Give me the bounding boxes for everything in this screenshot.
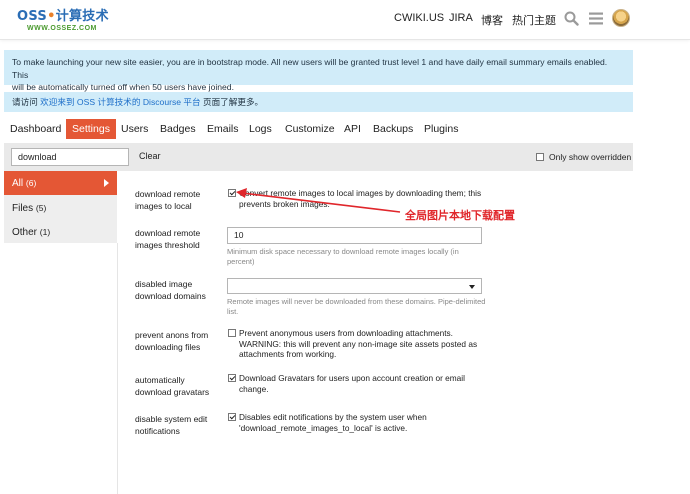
category-files[interactable]: Files (5) <box>4 196 117 220</box>
tab-plugins[interactable]: Plugins <box>418 119 464 139</box>
caret-down-icon <box>469 285 475 289</box>
setting-label-disable-edit-notifications: disable system edit notifications <box>135 414 208 436</box>
setting-desc-line-1: Convert remote images to local images by… <box>239 188 482 198</box>
clear-filter-button[interactable]: Clear <box>139 151 161 161</box>
setting-label-download-remote-images: download remote images to local <box>135 189 201 211</box>
gravatars-checkbox[interactable] <box>228 374 236 382</box>
nav-link-cwiki[interactable]: CWIKI.US <box>394 12 444 24</box>
welcome-topic-link[interactable]: 欢迎来到 OSS 计算技术的 Discourse 平台 <box>40 97 200 107</box>
category-count: (5) <box>35 203 47 213</box>
settings-category-sidebar: All (6) Files (5) Other (1) <box>4 171 117 243</box>
setting-label-download-threshold: download remote images threshold <box>135 228 201 250</box>
site-header: OSS•计算技术 WWW.OSSEZ.COM CWIKI.US JIRA 博客 … <box>0 0 690 40</box>
tab-badges[interactable]: Badges <box>154 119 202 139</box>
setting-desc-line-1: Disables edit notifications by the syste… <box>239 412 427 422</box>
setting-gravatars[interactable]: Download Gravatars for users upon accoun… <box>227 373 487 394</box>
setting-hint-threshold: Minimum disk space necessary to download… <box>227 247 459 266</box>
setting-desc-line-3: attachments from working. <box>239 349 337 359</box>
tab-logs[interactable]: Logs <box>243 119 278 139</box>
tab-api[interactable]: API <box>338 119 367 139</box>
only-show-overridden-toggle[interactable]: Only show overridden <box>536 152 631 162</box>
nav-link-jira[interactable]: JIRA <box>449 12 473 24</box>
annotation-label: 全局图片本地下载配置 <box>405 209 515 222</box>
setting-desc-line-1: Download Gravatars for users upon accoun… <box>239 373 465 383</box>
chevron-right-icon <box>104 179 109 187</box>
category-label: Files <box>12 203 34 214</box>
visit-prefix: 请访问 <box>12 97 41 107</box>
visit-suffix: 页面了解更多。 <box>200 97 264 107</box>
search-icon[interactable] <box>564 11 579 29</box>
avatar[interactable] <box>612 9 630 27</box>
tab-users[interactable]: Users <box>115 119 154 139</box>
category-count: (6) <box>25 178 37 188</box>
tab-customize[interactable]: Customize <box>279 119 341 139</box>
sidebar-divider <box>117 243 118 494</box>
setting-desc-line-2: WARNING: this will prevent any non-image… <box>239 338 478 349</box>
nav-link-blog[interactable]: 博客 <box>481 12 503 28</box>
logo-title: OSS•计算技术 <box>17 9 109 24</box>
setting-label-prevent-anons: prevent anons from downloading files <box>135 330 209 352</box>
settings-filter-bar: Clear Only show overridden <box>4 143 633 171</box>
setting-desc-line-2: 'download_remote_images_to_local' is act… <box>239 422 408 433</box>
prevent-anons-checkbox[interactable] <box>228 329 236 337</box>
setting-hint-disabled-domains: Remote images will never be downloaded f… <box>227 297 486 316</box>
setting-prevent-anons[interactable]: Prevent anonymous users from downloading… <box>227 328 487 360</box>
category-count: (1) <box>39 227 51 237</box>
tab-settings[interactable]: Settings <box>66 119 116 139</box>
download-remote-images-checkbox[interactable] <box>228 189 236 197</box>
tab-backups[interactable]: Backups <box>367 119 419 139</box>
setting-desc-line-1: Prevent anonymous users from downloading… <box>239 328 453 338</box>
setting-desc-line-2: change. <box>239 383 269 394</box>
tab-emails[interactable]: Emails <box>201 119 245 139</box>
setting-label-disabled-domains: disabled image download domains <box>135 279 206 301</box>
logo-subtitle: WWW.OSSEZ.COM <box>27 25 97 32</box>
visit-welcome-alert: 请访问 欢迎来到 OSS 计算技术的 Discourse 平台 页面了解更多。 <box>4 92 633 112</box>
download-threshold-input[interactable]: 10 <box>227 227 482 244</box>
bootstrap-mode-alert: To make launching your new site easier, … <box>4 50 633 92</box>
category-other[interactable]: Other (1) <box>4 220 117 244</box>
setting-label-gravatars: automatically download gravatars <box>135 375 210 397</box>
setting-disable-edit-notifications[interactable]: Disables edit notifications by the syste… <box>227 412 487 433</box>
only-show-overridden-checkbox[interactable] <box>536 153 544 161</box>
category-all[interactable]: All (6) <box>4 171 117 195</box>
settings-search-input[interactable] <box>11 148 129 166</box>
disabled-domains-select[interactable] <box>227 278 482 294</box>
setting-download-remote-images[interactable]: Convert remote images to local images by… <box>227 188 487 209</box>
only-show-overridden-label: Only show overridden <box>549 152 632 162</box>
nav-link-hot-topics[interactable]: 热门主题 <box>512 12 556 28</box>
hamburger-menu-icon[interactable] <box>589 12 603 28</box>
site-logo[interactable]: OSS•计算技术 WWW.OSSEZ.COM <box>17 5 109 32</box>
category-label: Other <box>12 227 38 238</box>
alert-text-line-1: To make launching your new site easier, … <box>12 57 608 80</box>
tab-dashboard[interactable]: Dashboard <box>4 119 67 139</box>
disable-edit-notifications-checkbox[interactable] <box>228 413 236 421</box>
category-label: All <box>12 178 24 189</box>
